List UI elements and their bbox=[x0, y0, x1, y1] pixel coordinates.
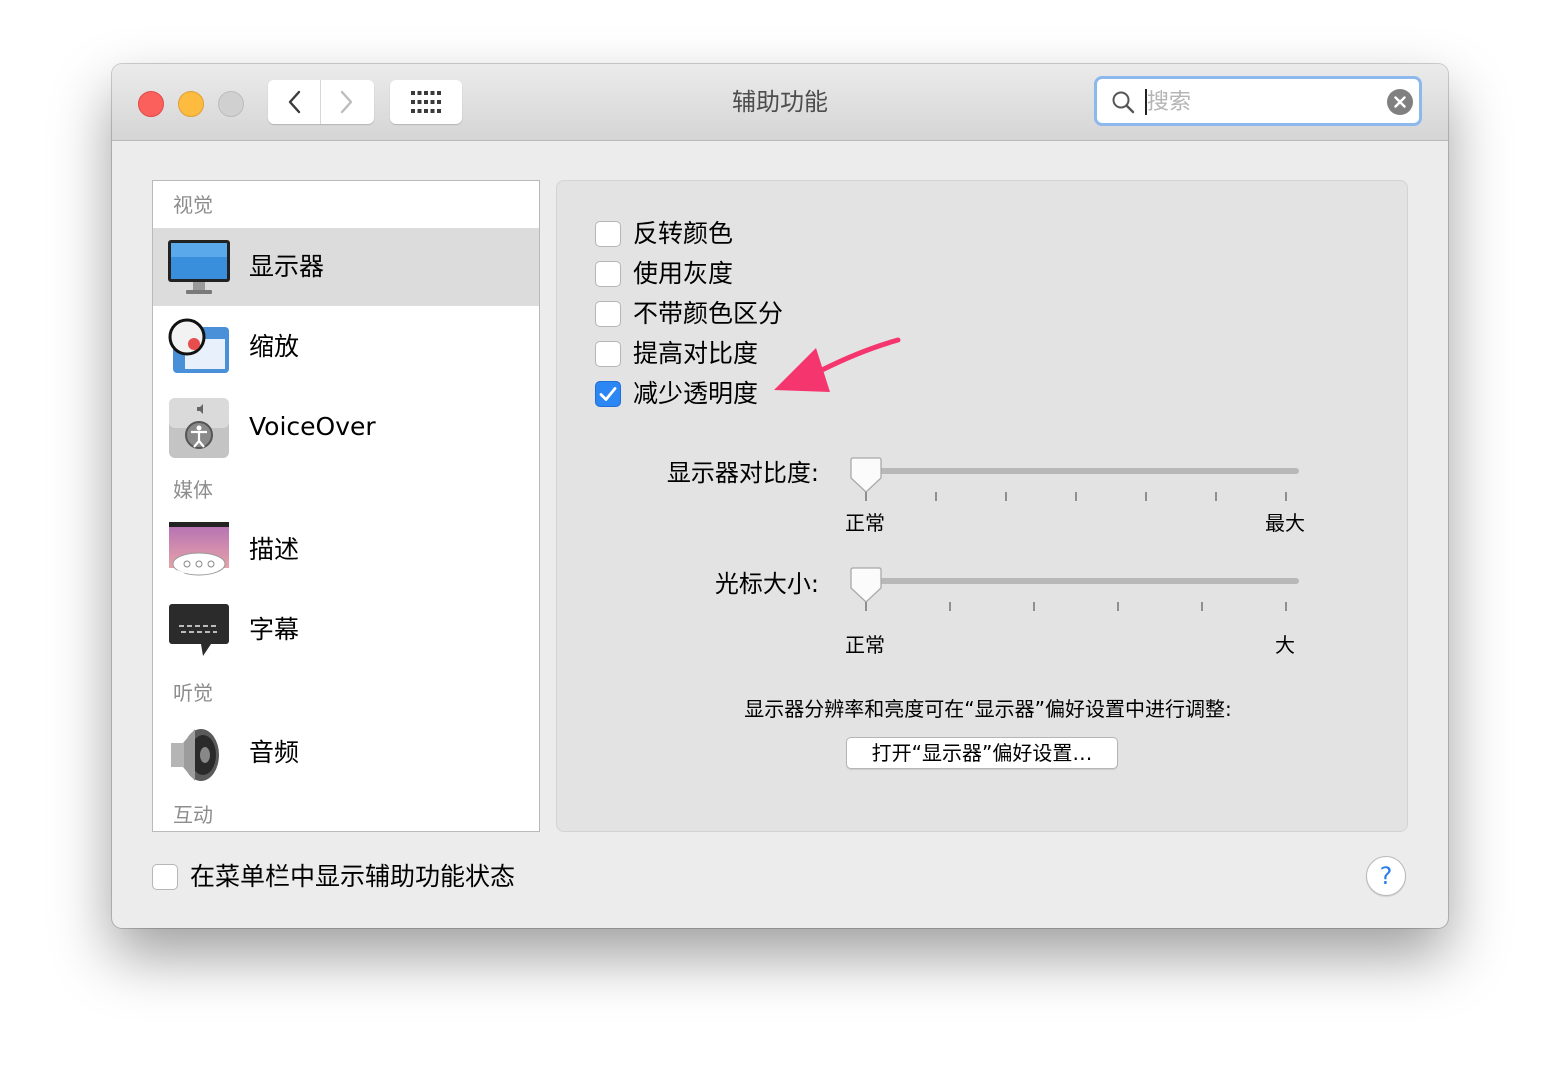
zoom-icon bbox=[168, 318, 229, 373]
slider-tick bbox=[1005, 492, 1007, 501]
minimize-window-button[interactable] bbox=[178, 91, 204, 117]
sidebar-item-label: 字幕 bbox=[249, 615, 300, 644]
slider-tick bbox=[1033, 602, 1035, 611]
title-bar: 辅助功能 bbox=[112, 64, 1448, 141]
sidebar-item-voiceover[interactable]: VoiceOver bbox=[153, 388, 539, 466]
close-window-button[interactable] bbox=[138, 91, 164, 117]
contrast-max-label: 最大 bbox=[1265, 511, 1305, 535]
chevron-left-icon bbox=[288, 90, 301, 114]
invert-colors-checkbox[interactable] bbox=[595, 221, 621, 247]
search-field[interactable] bbox=[1094, 76, 1422, 126]
slider-tick bbox=[1201, 602, 1203, 611]
voiceover-icon bbox=[169, 398, 229, 458]
category-list[interactable]: 视觉 显示器 缩放 VoiceOver 媒体 描述 字幕 听觉 音频 互动 bbox=[152, 180, 540, 832]
forward-button[interactable] bbox=[321, 80, 373, 124]
option-label: 在菜单栏中显示辅助功能状态 bbox=[190, 862, 516, 891]
show-all-button[interactable] bbox=[390, 80, 462, 124]
captions-icon bbox=[169, 604, 229, 656]
cursor-size-slider[interactable] bbox=[853, 578, 1299, 584]
reduce-transparency-checkbox[interactable] bbox=[595, 381, 621, 407]
differentiate-without-color-checkbox[interactable] bbox=[595, 301, 621, 327]
sidebar-item-label: 缩放 bbox=[249, 332, 300, 361]
slider-tick bbox=[865, 602, 867, 611]
slider-tick bbox=[1215, 492, 1217, 501]
display-icon bbox=[168, 240, 230, 294]
zoom-window-button[interactable] bbox=[218, 91, 244, 117]
slider-tick bbox=[935, 492, 937, 501]
slider-tick bbox=[949, 602, 951, 611]
open-display-prefs-button[interactable]: 打开“显示器”偏好设置… bbox=[846, 737, 1118, 769]
section-header-hearing: 听觉 bbox=[173, 681, 213, 705]
use-grayscale-checkbox[interactable] bbox=[595, 261, 621, 287]
annotation-arrow-icon bbox=[774, 337, 901, 392]
show-status-checkbox[interactable] bbox=[152, 864, 178, 890]
sidebar-item-descriptions[interactable]: 描述 bbox=[153, 511, 539, 589]
search-icon bbox=[1112, 91, 1135, 114]
slider-tick bbox=[1145, 492, 1147, 501]
close-icon bbox=[1394, 96, 1406, 108]
contrast-slider-label: 显示器对比度: bbox=[666, 459, 819, 487]
cursor-min-label: 正常 bbox=[845, 633, 885, 657]
help-button[interactable]: ? bbox=[1366, 856, 1406, 896]
section-header-interaction: 互动 bbox=[173, 803, 213, 827]
contrast-slider-knob[interactable] bbox=[850, 456, 882, 494]
option-label: 不带颜色区分 bbox=[633, 299, 784, 328]
sidebar-item-display[interactable]: 显示器 bbox=[153, 228, 539, 306]
display-settings-panel: 反转颜色 使用灰度 不带颜色区分 提高对比度 减少透明度 显示器对比度: 正常 … bbox=[556, 180, 1408, 832]
increase-contrast-checkbox[interactable] bbox=[595, 341, 621, 367]
contrast-slider[interactable] bbox=[853, 468, 1299, 474]
display-prefs-note: 显示器分辨率和亮度可在“显示器”偏好设置中进行调整: bbox=[744, 697, 1232, 721]
option-label: 提高对比度 bbox=[633, 339, 759, 368]
sidebar-item-label: VoiceOver bbox=[249, 412, 376, 441]
sidebar-item-captions[interactable]: 字幕 bbox=[153, 591, 539, 669]
sidebar-item-label: 音频 bbox=[249, 738, 300, 767]
sidebar-item-audio[interactable]: 音频 bbox=[153, 714, 539, 792]
sidebar-item-zoom[interactable]: 缩放 bbox=[153, 308, 539, 386]
option-label: 减少透明度 bbox=[633, 379, 759, 408]
option-label: 使用灰度 bbox=[633, 259, 734, 288]
preferences-window: 辅助功能 视觉 显示器 bbox=[112, 64, 1448, 928]
sidebar-item-label: 显示器 bbox=[249, 252, 325, 281]
descriptions-icon bbox=[169, 522, 229, 580]
option-label: 反转颜色 bbox=[633, 219, 734, 248]
search-input[interactable] bbox=[1147, 85, 1377, 119]
grid-icon bbox=[411, 91, 441, 113]
slider-tick bbox=[1285, 602, 1287, 611]
contrast-min-label: 正常 bbox=[845, 511, 885, 535]
cursor-max-label: 大 bbox=[1275, 633, 1295, 657]
checkmark-icon bbox=[599, 387, 617, 401]
navigation-buttons bbox=[268, 80, 374, 124]
cursor-size-slider-knob[interactable] bbox=[850, 566, 882, 604]
slider-tick bbox=[1285, 492, 1287, 501]
slider-tick bbox=[1117, 602, 1119, 611]
speaker-icon bbox=[171, 729, 219, 781]
section-header-media: 媒体 bbox=[173, 478, 213, 502]
cursor-size-slider-label: 光标大小: bbox=[714, 570, 819, 598]
section-header-vision: 视觉 bbox=[173, 193, 213, 217]
clear-search-button[interactable] bbox=[1387, 89, 1413, 115]
sidebar-item-label: 描述 bbox=[249, 535, 300, 564]
chevron-right-icon bbox=[340, 90, 353, 114]
slider-tick bbox=[1075, 492, 1077, 501]
slider-tick bbox=[865, 492, 867, 501]
back-button[interactable] bbox=[268, 80, 321, 124]
